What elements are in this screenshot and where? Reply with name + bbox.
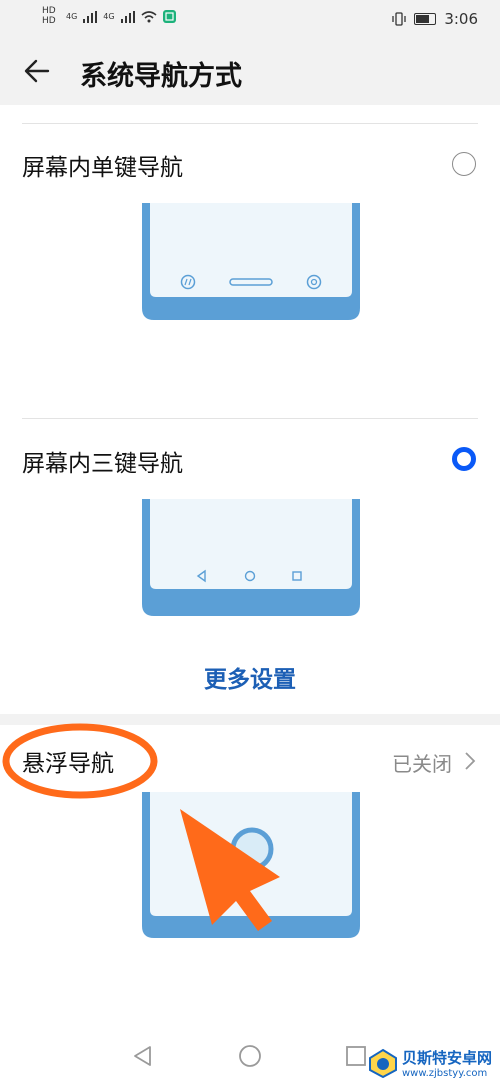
signal-icon (83, 10, 98, 23)
nav-recents-icon[interactable] (344, 1044, 368, 1068)
watermark-text: 贝斯特安卓网 www.zjbstyy.com (402, 1047, 492, 1079)
signal-icon-2 (120, 10, 135, 23)
network-type-2: 4G (103, 12, 115, 21)
nav-back-icon[interactable] (131, 1044, 155, 1068)
option-three-key-label[interactable]: 屏幕内三键导航 (22, 444, 183, 478)
radio-single-key[interactable] (452, 152, 476, 176)
nav-home-icon[interactable] (238, 1044, 262, 1068)
annotation-ellipse (2, 723, 158, 799)
network-type-1: 4G (66, 12, 78, 21)
watermark-name: 贝斯特安卓网 (401, 1049, 492, 1067)
status-bar: HD HD 4G 4G 3:06 (0, 0, 500, 40)
watermark: 贝斯特安卓网 www.zjbstyy.com (368, 1047, 492, 1079)
three-key-nav-preview (142, 499, 360, 616)
divider (22, 123, 478, 124)
radio-three-key[interactable] (452, 447, 476, 471)
app-notification-icon (162, 10, 176, 23)
watermark-logo-icon (368, 1048, 397, 1078)
page-title: 系统导航方式 (80, 61, 242, 92)
hd-badge-1: HD (42, 6, 56, 16)
status-right: 3:06 (392, 10, 478, 28)
vibrate-icon (392, 12, 406, 26)
back-arrow-icon[interactable] (22, 56, 52, 86)
sim-indicators: HD HD (42, 6, 56, 26)
app-bar: 系统导航方式 (0, 40, 500, 105)
single-key-nav-preview (142, 203, 360, 320)
annotation-arrow (180, 809, 280, 931)
wifi-icon (141, 10, 157, 22)
battery-icon (414, 13, 437, 25)
floating-nav-status[interactable]: 已关闭 (392, 748, 452, 777)
signal-icons: 4G 4G (66, 10, 176, 23)
divider (22, 418, 478, 419)
more-settings-link[interactable]: 更多设置 (0, 660, 500, 694)
option-single-key-label[interactable]: 屏幕内单键导航 (22, 148, 183, 182)
watermark-url: www.zjbstyy.com (401, 1068, 488, 1079)
clock: 3:06 (444, 10, 478, 28)
hd-badge-2: HD (42, 16, 56, 26)
chevron-right-icon[interactable] (464, 751, 476, 771)
